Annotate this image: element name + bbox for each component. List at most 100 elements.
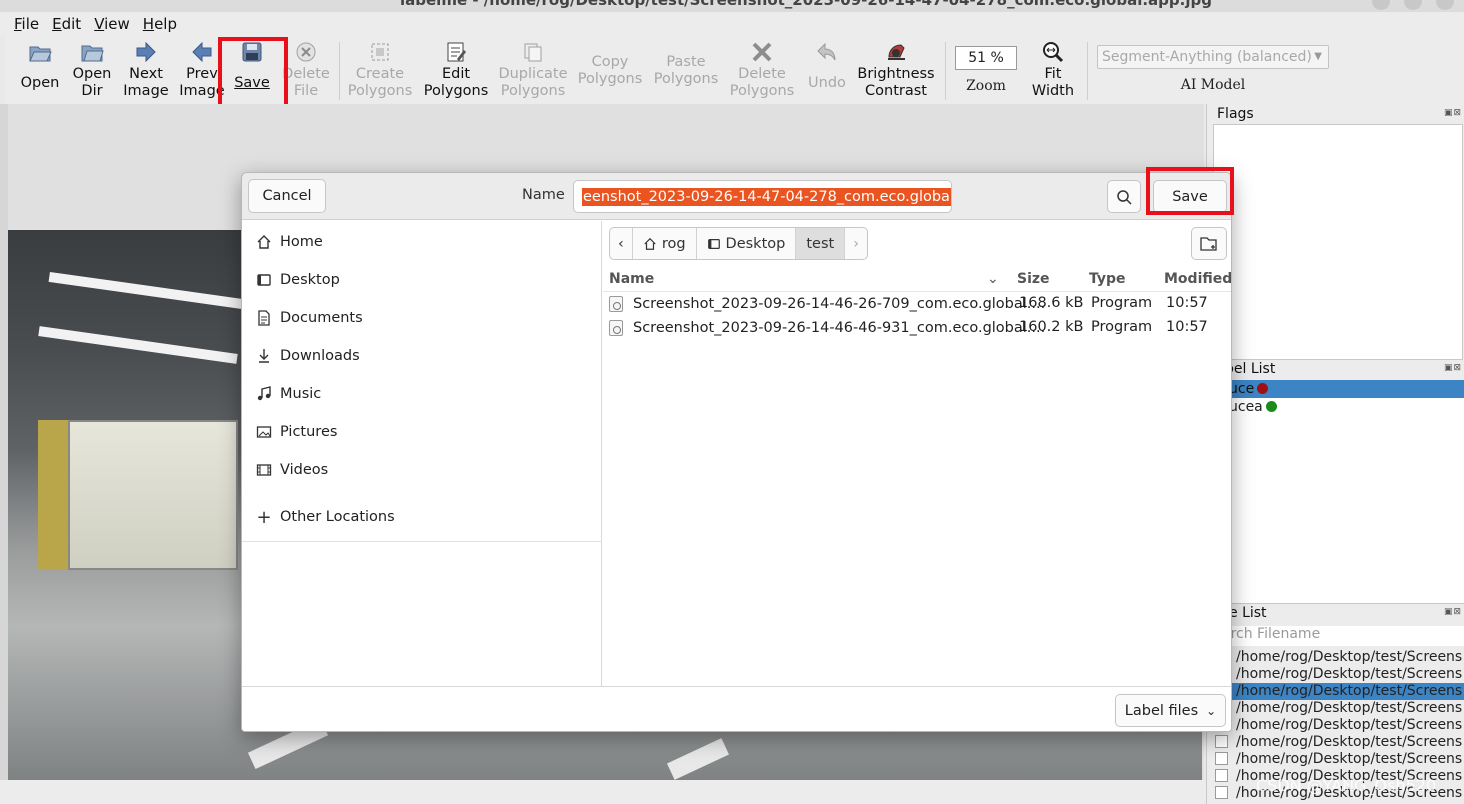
dock-float-close-icon[interactable]: ▣⊠ [1444,108,1462,118]
file-list-row[interactable]: /home/rog/Desktop/test/Screens [1210,683,1464,700]
floor-stripe [667,738,729,780]
filename-input[interactable]: eenshot_2023-09-26-14-47-04-278_com.eco.… [573,180,952,213]
place-home[interactable]: Home [256,231,323,253]
place-pictures[interactable]: Pictures [256,421,337,443]
path-segment-rog[interactable]: rog [633,228,697,259]
fit-width-button[interactable]: Fit Width [1027,36,1079,104]
sort-chevron-icon[interactable]: ⌄ [987,271,999,287]
music-icon [256,386,272,402]
search-icon [1117,189,1132,205]
ai-model-label: AI Model [1180,77,1246,93]
delete-x-icon [749,40,775,64]
file-list-row[interactable]: /home/rog/Desktop/test/Screens [1210,717,1464,734]
file-list-row[interactable]: /home/rog/Desktop/test/Screens [1210,666,1464,683]
file-modified: 10:57 [1166,295,1208,311]
next-image-button[interactable]: Next Image [121,36,171,104]
column-size[interactable]: Size [1017,271,1050,287]
watermark: CSDN @YANG_Osh520 [1256,776,1437,795]
file-row[interactable]: Screenshot_2023-09-26-14-46-26-709_com.e… [609,293,1045,315]
flags-title: Flags [1217,106,1254,122]
path-segment-test[interactable]: test [796,228,846,259]
column-name[interactable]: Name [609,271,654,287]
file-list-row[interactable]: /home/rog/Desktop/test/Screens [1210,700,1464,717]
column-type[interactable]: Type [1089,271,1126,287]
file-search-input[interactable]: arch Filename [1210,626,1464,646]
places-sidebar: Home Desktop Documents Downloads Music P… [242,221,602,686]
new-folder-icon [1200,236,1217,251]
download-icon [256,348,272,364]
open-dir-button[interactable]: Open Dir [67,36,117,104]
arrow-right-icon [133,40,159,64]
desktop-icon [707,238,720,249]
toolbar-separator [945,42,946,100]
maximize-icon[interactable] [1404,0,1422,10]
file-list-row[interactable]: /home/rog/Desktop/test/Screens [1210,649,1464,666]
brightness-contrast-button[interactable]: Brightness Contrast [855,36,937,104]
column-modified[interactable]: Modified [1164,271,1231,287]
file-list-row[interactable]: /home/rog/Desktop/test/Screens [1210,751,1464,768]
document-icon [256,310,272,326]
left-edge [0,104,8,804]
label-item[interactable]: uce [1207,380,1464,398]
edit-polygons-button[interactable]: Edit Polygons [421,36,491,104]
copy-polygons-button[interactable]: Copy Polygons [575,36,645,104]
menu-edit[interactable]: Edit [52,15,81,33]
minimize-icon[interactable] [1372,0,1390,10]
file-list-title: e List [1229,605,1267,621]
dock-float-close-icon[interactable]: ▣⊠ [1444,607,1462,617]
header-divider [603,291,1231,292]
cancel-button[interactable]: Cancel [248,179,326,213]
zoom-input[interactable]: 51 % [955,46,1017,70]
close-icon[interactable] [1436,0,1454,10]
delete-file-button[interactable]: Delete File [281,36,331,104]
place-documents[interactable]: Documents [256,307,363,329]
folder-icon [79,40,105,64]
menu-view[interactable]: View [94,15,130,33]
polygon-icon [367,40,393,64]
undo-button[interactable]: Undo [805,36,849,104]
file-checkbox[interactable] [1215,735,1228,748]
menubar: File Edit View Help [0,12,1464,36]
label-item[interactable]: ucea [1207,398,1464,416]
file-checkbox[interactable] [1215,769,1228,782]
place-desktop[interactable]: Desktop [256,269,340,291]
file-row[interactable]: Screenshot_2023-09-26-14-46-46-931_com.e… [609,317,1045,339]
home-icon [644,237,656,250]
window-title: labelme - /home/rog/Desktop/test/Screens… [400,0,1212,9]
menu-file[interactable]: File [14,15,39,33]
paste-polygons-button[interactable]: Paste Polygons [651,36,721,104]
new-folder-button[interactable] [1191,227,1227,260]
menu-help[interactable]: Help [143,15,177,33]
place-other-locations[interactable]: + Other Locations [256,506,394,528]
folder-open-icon [27,40,53,64]
dialog-footer: Label files ⌄ [242,686,1231,731]
search-button[interactable] [1107,180,1141,213]
zoom-label: Zoom [966,78,1006,94]
window-titlebar: labelme - /home/rog/Desktop/test/Screens… [0,0,1464,12]
flags-dock: Flags ▣⊠ [1206,104,1464,360]
place-videos[interactable]: Videos [256,459,328,481]
file-list-row[interactable]: /home/rog/Desktop/test/Screens [1210,734,1464,751]
path-forward-button[interactable]: › [845,228,867,259]
save-dialog: Cancel Name eenshot_2023-09-26-14-47-04-… [241,172,1232,732]
path-back-button[interactable]: ‹ [610,228,633,259]
program-file-icon [609,320,623,336]
dock-float-close-icon[interactable]: ▣⊠ [1444,363,1462,373]
duplicate-polygons-button[interactable]: Duplicate Polygons [497,36,569,104]
file-filter-select[interactable]: Label files ⌄ [1115,694,1226,727]
place-downloads[interactable]: Downloads [256,345,360,367]
delete-polygons-button[interactable]: Delete Polygons [727,36,797,104]
file-checkbox[interactable] [1215,786,1228,799]
file-type: Program [1091,295,1153,311]
toolbar-separator [339,42,340,100]
place-music[interactable]: Music [256,383,321,405]
picture-icon [256,424,272,440]
home-icon [256,234,272,250]
ai-model-select[interactable]: Segment-Anything (balanced) ▼ [1097,45,1329,69]
path-segment-desktop[interactable]: Desktop [697,228,797,259]
label-color-icon [1265,401,1277,412]
create-polygons-button[interactable]: Create Polygons [345,36,415,104]
file-checkbox[interactable] [1215,752,1228,765]
label-color-icon [1257,383,1269,394]
open-button[interactable]: Open [17,36,63,104]
